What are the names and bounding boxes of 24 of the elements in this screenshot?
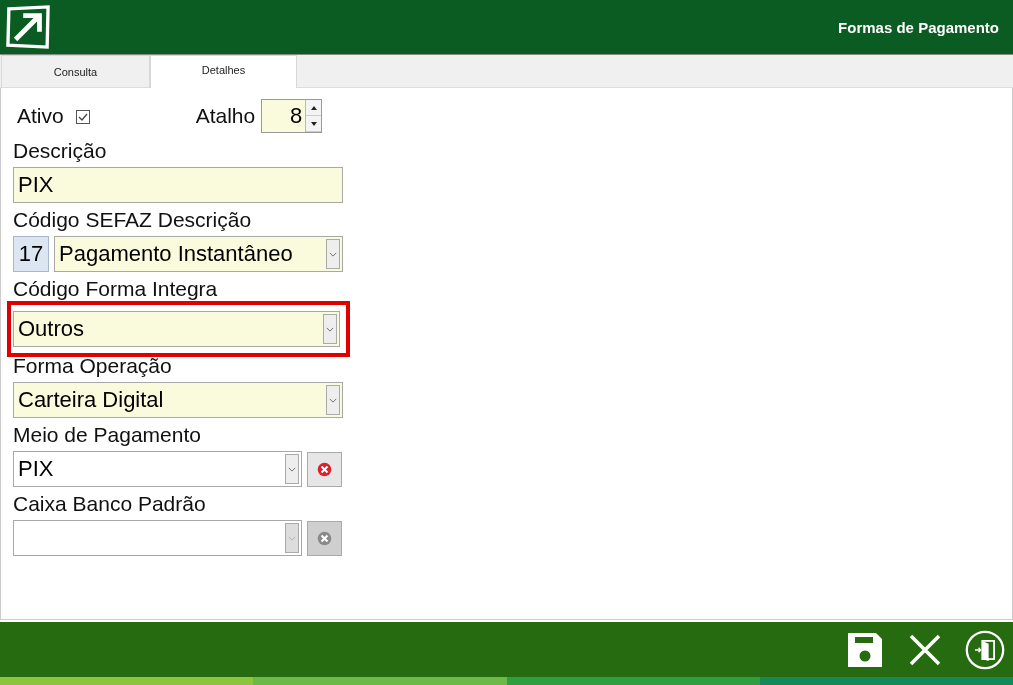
- checkbox[interactable]: [75, 110, 90, 124]
- field-label: Descrição: [13, 139, 108, 163]
- clear-button[interactable]: [307, 451, 342, 487]
- field-label: Forma Operação: [13, 354, 173, 378]
- tab[interactable]: Consulta: [1, 55, 150, 87]
- dropdown[interactable]: Pagamento Instantâneo: [54, 236, 343, 272]
- field-label: Ativo: [17, 104, 64, 128]
- code-field[interactable]: 17: [13, 236, 49, 272]
- exit-door-icon[interactable]: [965, 629, 1005, 670]
- dropdown[interactable]: Carteira Digital: [13, 382, 343, 418]
- field-label: Caixa Banco Padrão: [13, 492, 207, 516]
- dropdown[interactable]: Outros: [13, 311, 340, 347]
- circle-x-icon: [316, 529, 333, 547]
- circle-x-icon: [316, 460, 333, 478]
- window-title: Formas de Pagamento: [838, 18, 999, 36]
- logo-icon: [4, 5, 52, 49]
- field-label: Meio de Pagamento: [13, 423, 202, 447]
- field-label: Código SEFAZ Descrição: [13, 208, 253, 232]
- dropdown[interactable]: PIX: [13, 451, 302, 487]
- text-field[interactable]: PIX: [13, 167, 343, 203]
- tab[interactable]: Detalhes: [150, 55, 297, 88]
- spin-field[interactable]: 8: [261, 99, 323, 133]
- field-label: Atalho: [195, 104, 256, 128]
- field-label: Código Forma Integra: [13, 277, 219, 301]
